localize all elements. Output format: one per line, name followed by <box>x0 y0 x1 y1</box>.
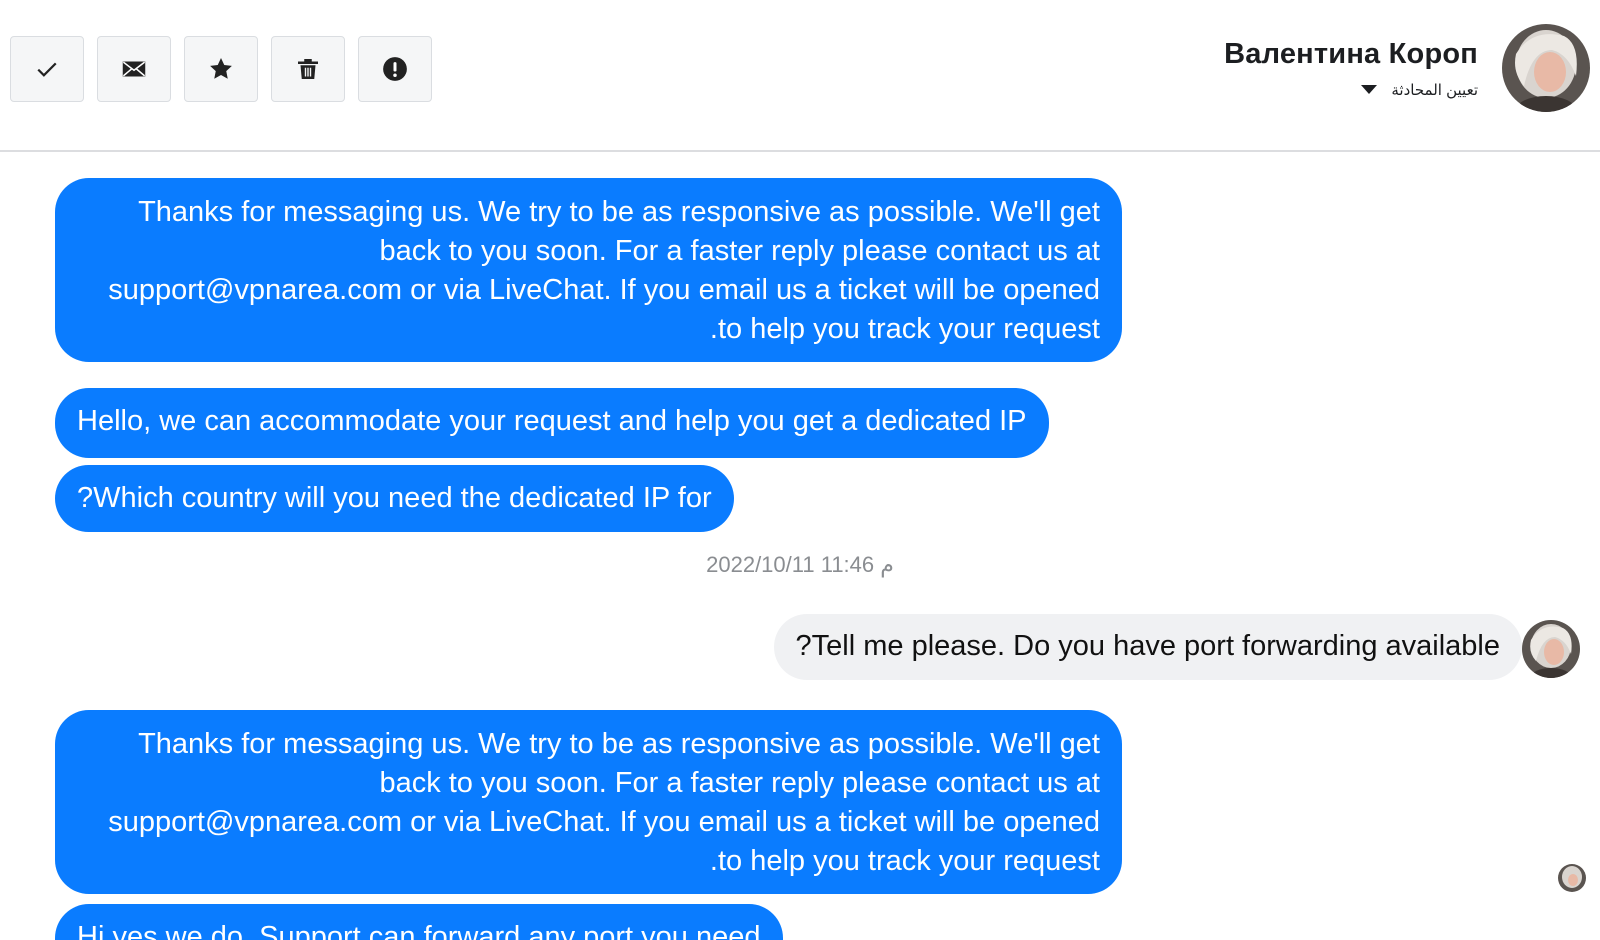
seen-avatar <box>1558 864 1586 892</box>
assign-conversation[interactable]: تعيين المحادثة <box>1224 81 1478 99</box>
message-thread: Thanks for messaging us. We try to be as… <box>0 152 1600 940</box>
caret-down-icon[interactable] <box>1361 85 1378 94</box>
report-button[interactable] <box>358 36 432 102</box>
outgoing-message[interactable]: Thanks for messaging us. We try to be as… <box>55 178 1122 362</box>
contact-name[interactable]: Валентина Короп <box>1224 38 1478 71</box>
contact-info: Валентина Короп تعيين المحادثة <box>1224 24 1590 112</box>
mark-done-button[interactable] <box>10 36 84 102</box>
alert-icon <box>383 57 407 81</box>
check-icon <box>37 62 57 77</box>
mark-unread-button[interactable] <box>97 36 171 102</box>
conversation-header: Валентина Короп تعيين المحادثة <box>0 0 1600 152</box>
star-button[interactable] <box>184 36 258 102</box>
action-toolbar <box>10 36 432 102</box>
message-timestamp: 2022/10/11 11:46 م <box>706 552 894 577</box>
outgoing-message[interactable]: ?Which country will you need the dedicat… <box>55 465 734 532</box>
trash-icon <box>298 59 318 79</box>
star-icon <box>210 58 232 79</box>
contact-avatar[interactable] <box>1502 24 1590 112</box>
incoming-message[interactable]: ?Tell me please. Do you have port forwar… <box>773 614 1522 680</box>
outgoing-message[interactable]: Hello, we can accommodate your request a… <box>55 388 1049 458</box>
envelope-icon <box>122 61 146 77</box>
assign-conversation-label[interactable]: تعيين المحادثة <box>1391 81 1478 99</box>
outgoing-message[interactable]: Thanks for messaging us. We try to be as… <box>55 710 1122 894</box>
delete-button[interactable] <box>271 36 345 102</box>
outgoing-message[interactable]: Hi yes we do. Support can forward any po… <box>55 904 783 940</box>
sender-avatar[interactable] <box>1522 620 1580 678</box>
